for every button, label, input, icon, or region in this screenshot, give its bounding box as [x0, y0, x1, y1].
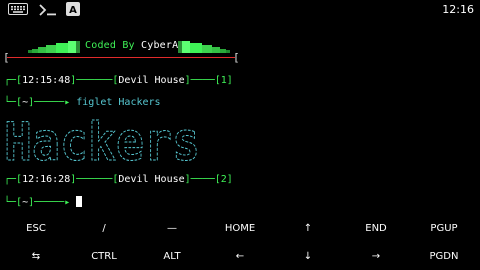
key-pgdn[interactable]: PGDN — [410, 242, 478, 270]
prompt-line-2: ┌─[12:16:28]──────[Devil House]────[2] — [4, 174, 233, 185]
key-esc[interactable]: ESC — [2, 214, 70, 242]
key-dash[interactable]: — — [138, 214, 206, 242]
text-cursor — [76, 196, 83, 207]
terminal-icon[interactable] — [38, 3, 60, 17]
key-up-arrow[interactable]: ↑ — [274, 214, 342, 242]
banner-divider — [7, 57, 235, 58]
figlet-output: Hackers — [4, 112, 201, 168]
clock: 12:16 — [442, 3, 474, 16]
key-ctrl[interactable]: CTRL — [70, 242, 138, 270]
key-home[interactable]: HOME — [206, 214, 274, 242]
svg-text:Hackers: Hackers — [4, 112, 200, 168]
key-down-arrow[interactable]: ↓ — [274, 242, 342, 270]
keyboard-icon[interactable] — [8, 3, 28, 15]
banner: Coded By CyberAK [ [ — [0, 20, 480, 70]
status-bar: A 12:16 — [0, 0, 480, 20]
banner-left-bracket: [ — [3, 51, 10, 64]
key-slash[interactable]: / — [70, 214, 138, 242]
key-tab[interactable]: ⇆ — [2, 242, 70, 270]
key-right-arrow[interactable]: → — [342, 242, 410, 270]
command-text: figlet Hackers — [76, 97, 161, 108]
app-a-icon[interactable]: A — [66, 2, 80, 16]
banner-right-bracket: [ — [233, 51, 240, 64]
banner-text: Coded By CyberAK — [85, 40, 185, 51]
key-alt[interactable]: ALT — [138, 242, 206, 270]
prompt-line-1: ┌─[12:15:48]──────[Devil House]────[1] — [4, 75, 233, 86]
extra-keys-bar: ESC / — HOME ↑ END PGUP ⇆ CTRL ALT ← ↓ →… — [0, 214, 480, 270]
key-left-arrow[interactable]: ← — [206, 242, 274, 270]
command-line-2: └─[~]─────▸ — [4, 196, 83, 208]
banner-bar-right — [178, 41, 230, 53]
banner-bar-left — [28, 41, 80, 53]
key-pgup[interactable]: PGUP — [410, 214, 478, 242]
key-end[interactable]: END — [342, 214, 410, 242]
command-line-1: └─[~]─────▸ figlet Hackers — [4, 97, 161, 108]
svg-text:A: A — [69, 5, 77, 16]
